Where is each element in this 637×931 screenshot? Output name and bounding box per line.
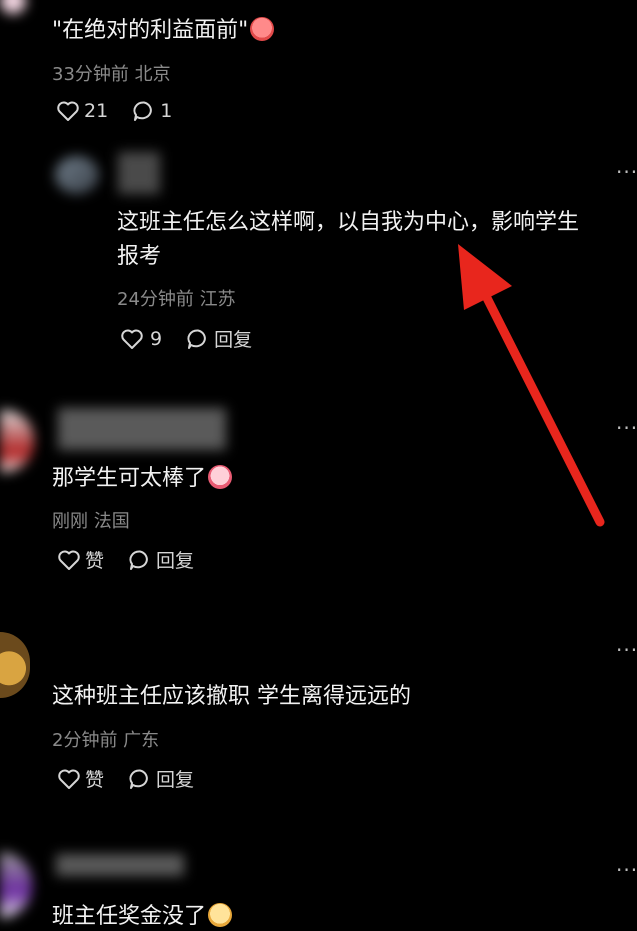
heart-icon[interactable] [57,768,81,790]
heart-icon[interactable] [120,328,144,350]
laughing-emoji-icon [208,465,233,489]
more-icon[interactable]: ··· [616,858,637,882]
avatar-3[interactable] [0,410,34,472]
avatar-top[interactable] [0,0,26,14]
comment-icon[interactable] [128,768,152,790]
comment-3-text: 那学生可太棒了 [52,460,233,492]
comment-3-actions: 赞 回复 [57,546,194,573]
like-count: 21 [84,100,109,122]
avatar-4[interactable] [0,632,30,698]
comment-2-text-line1: 这班主任怎么这样啊，以自我为中心，影响学生 [117,210,580,235]
reply-count: 1 [160,100,173,122]
comment-icon[interactable] [128,549,152,571]
username-reply[interactable] [118,152,160,194]
comment-icon[interactable] [186,328,210,350]
more-icon[interactable]: ··· [616,638,637,662]
like-button[interactable]: 赞 [85,546,104,573]
reply-button[interactable]: 回复 [156,765,194,792]
username-5[interactable] [56,854,184,876]
comment-4-actions: 赞 回复 [57,765,194,792]
sad-emoji-icon [250,17,275,41]
comment-1-text: "在绝对的利益面前" [52,12,275,44]
comment-4-text: 这种班主任应该撤职 学生离得远远的 [52,684,411,709]
username-3[interactable] [58,408,226,450]
comment-4-meta: 2分钟前 广东 [52,730,160,751]
more-icon[interactable]: ··· [616,416,637,440]
reply-button[interactable]: 回复 [214,325,252,352]
reply-button[interactable]: 回复 [156,546,194,573]
like-button[interactable]: 赞 [85,765,104,792]
comment-2-text-line2: 报考 [117,244,162,269]
avatar-5[interactable] [0,852,32,918]
avatar-reply[interactable] [55,156,99,194]
comment-3-meta: 刚刚 法国 [52,511,130,532]
comment-2-meta: 24分钟前 江苏 [117,289,236,310]
comment-5-text: 班主任奖金没了 [52,898,233,930]
heart-icon[interactable] [56,100,80,122]
comment-1-actions: 21 1 [56,100,172,122]
comment-1-meta: 33分钟前 北京 [52,64,171,85]
comment-2-actions: 9 回复 [120,325,252,352]
more-icon[interactable]: ··· [616,160,637,184]
heart-icon[interactable] [57,549,81,571]
money-face-emoji-icon [208,903,233,927]
like-count: 9 [150,327,163,350]
comment-icon[interactable] [132,100,156,122]
